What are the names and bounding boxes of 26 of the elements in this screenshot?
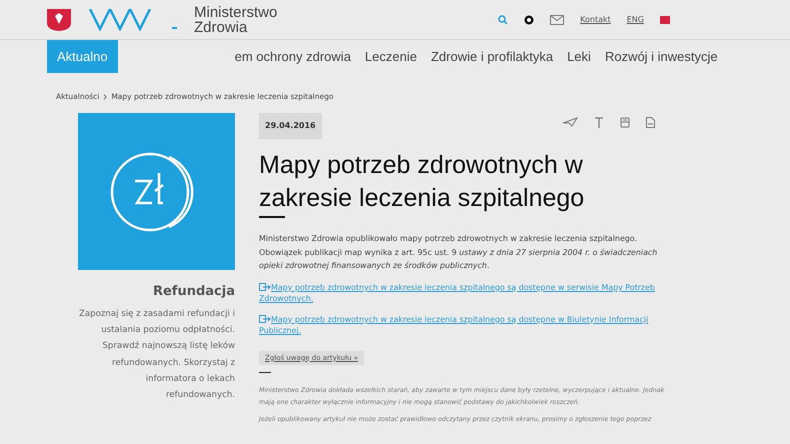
search-icon[interactable] <box>498 14 508 24</box>
pdf-icon[interactable] <box>646 117 655 128</box>
article-date: 29.04.2016 <box>259 113 322 140</box>
nav-tab[interactable]: Rozwój i inwestycje <box>598 40 725 73</box>
nav-tab[interactable]: Zdrowie i profilaktyka <box>424 40 560 73</box>
flag-icon[interactable] <box>660 16 670 24</box>
chevron-icon <box>103 94 108 100</box>
logo-icon <box>88 8 178 30</box>
logo-text: Ministerstwo <box>194 4 278 20</box>
nav-tab[interactable]: em ochrony zdrowia <box>228 40 358 73</box>
envelope-icon[interactable] <box>550 14 564 24</box>
header-link[interactable]: ENG <box>626 14 644 26</box>
contrast-icon[interactable] <box>524 14 534 24</box>
paper-plane-icon[interactable] <box>562 117 578 128</box>
emblem-icon <box>46 8 72 30</box>
print-icon[interactable] <box>620 117 630 128</box>
external-link-icon <box>259 282 271 291</box>
external-link-icon <box>259 314 271 323</box>
sidebar-title: Refundacja <box>152 283 235 302</box>
nav-tab[interactable]: Leczenie <box>358 40 424 73</box>
nav-tab[interactable]: Leki <box>560 40 598 73</box>
logo-text: Zdrowia <box>194 20 248 34</box>
article-title: Mapy potrzeb zdrowotnych w zakresie leczenia szpitalnego <box>259 150 586 214</box>
text-size-icon[interactable] <box>594 117 604 128</box>
sidebar-text: Zapoznaj się z zasadami refundacji i ustalania poziomu odpłatności. Sprawdź najnowszą listę leków refundowanych. Skorzystaj z informatora o lekach refundowanych. <box>78 308 235 402</box>
header-link[interactable]: Kontakt <box>580 14 611 26</box>
